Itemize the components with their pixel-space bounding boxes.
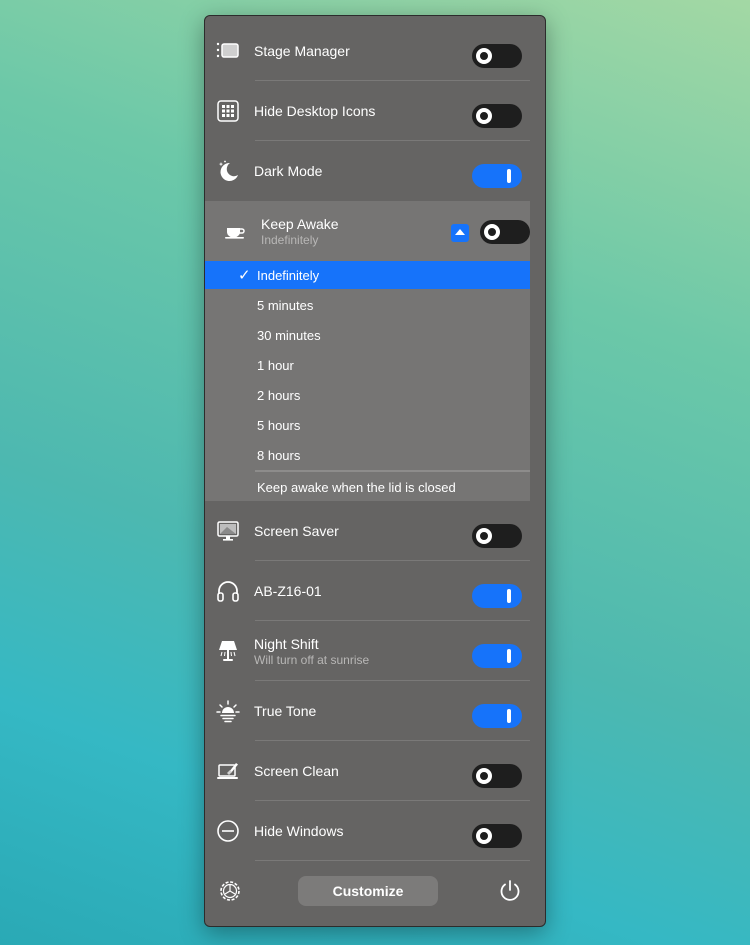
- dark-mode-toggle[interactable]: [472, 164, 522, 188]
- menu-item-lid-closed[interactable]: Keep awake when the lid is closed: [205, 473, 530, 501]
- screen-saver-toggle[interactable]: [472, 524, 522, 548]
- sun-icon: [216, 699, 240, 723]
- row-sublabel: Indefinitely: [261, 232, 319, 247]
- menu-item-label: 30 minutes: [257, 327, 321, 343]
- row-label: Night Shift: [254, 635, 319, 652]
- ab-z16-01-toggle[interactable]: [472, 584, 522, 608]
- row-screen-clean[interactable]: Screen Clean: [205, 741, 545, 801]
- menu-item-5-minutes[interactable]: 5 minutes: [205, 291, 530, 319]
- keep-awake-section: Keep Awake Indefinitely ✓ Indefinitely 5…: [205, 201, 530, 501]
- menu-item-2-hours[interactable]: 2 hours: [205, 381, 530, 409]
- lamp-icon: [216, 639, 240, 663]
- customize-button[interactable]: Customize: [298, 876, 438, 906]
- monitor-icon: [216, 519, 240, 543]
- row-night-shift[interactable]: Night Shift Will turn off at sunrise: [205, 621, 545, 681]
- menu-item-30-minutes[interactable]: 30 minutes: [205, 321, 530, 349]
- row-label: Hide Windows: [254, 823, 344, 839]
- row-hide-windows[interactable]: Hide Windows: [205, 801, 545, 861]
- moon-icon: [216, 159, 240, 183]
- hide-desktop-icons-toggle[interactable]: [472, 104, 522, 128]
- menu-item-label: 2 hours: [257, 387, 301, 403]
- hide-windows-toggle[interactable]: [472, 824, 522, 848]
- menu-item-label: 8 hours: [257, 447, 301, 463]
- menu-item-label: 5 hours: [257, 417, 301, 433]
- menu-item-5-hours[interactable]: 5 hours: [205, 411, 530, 439]
- screen-clean-toggle[interactable]: [472, 764, 522, 788]
- row-keep-awake[interactable]: Keep Awake Indefinitely: [205, 201, 530, 261]
- night-shift-toggle[interactable]: [472, 644, 522, 668]
- row-label: Screen Saver: [254, 523, 339, 539]
- row-label: True Tone: [254, 703, 317, 719]
- laptop-clean-icon: [216, 759, 240, 783]
- row-hide-desktop-icons[interactable]: Hide Desktop Icons: [205, 81, 545, 141]
- keep-awake-toggle[interactable]: [480, 220, 530, 244]
- menu-item-label: 5 minutes: [257, 297, 314, 313]
- gear-icon[interactable]: [218, 879, 242, 903]
- menu-item-1-hour[interactable]: 1 hour: [205, 351, 530, 379]
- minus-circle-icon: [216, 819, 240, 843]
- row-label: Stage Manager: [254, 43, 350, 59]
- row-label: Hide Desktop Icons: [254, 103, 376, 119]
- row-stage-manager[interactable]: Stage Manager: [205, 21, 545, 81]
- checkmark-icon: ✓: [238, 267, 251, 284]
- chevron-up-icon[interactable]: [451, 224, 469, 242]
- power-icon[interactable]: [498, 879, 522, 903]
- menu-item-indefinitely[interactable]: ✓ Indefinitely: [205, 261, 530, 289]
- control-panel: Stage Manager Hide Desktop Icons Dark Mo…: [204, 15, 546, 927]
- headphones-icon: [216, 579, 240, 603]
- menu-separator: [255, 470, 530, 472]
- row-dark-mode[interactable]: Dark Mode: [205, 141, 545, 201]
- menu-item-label: Keep awake when the lid is closed: [257, 479, 456, 495]
- footer: Customize: [205, 861, 545, 926]
- menu-item-label: 1 hour: [257, 357, 294, 373]
- stage-manager-icon: [216, 39, 240, 63]
- row-label: AB-Z16-01: [254, 583, 322, 599]
- row-ab-z16-01[interactable]: AB-Z16-01: [205, 561, 545, 621]
- row-screen-saver[interactable]: Screen Saver: [205, 501, 545, 561]
- true-tone-toggle[interactable]: [472, 704, 522, 728]
- row-sublabel: Will turn off at sunrise: [254, 652, 370, 667]
- desktop-grid-icon: [216, 99, 240, 123]
- menu-item-8-hours[interactable]: 8 hours: [205, 441, 530, 469]
- menu-item-label: Indefinitely: [257, 267, 320, 283]
- row-label: Dark Mode: [254, 163, 323, 179]
- row-label: Keep Awake: [261, 215, 339, 232]
- row-true-tone[interactable]: True Tone: [205, 681, 545, 741]
- row-label: Screen Clean: [254, 763, 339, 779]
- stage-manager-toggle[interactable]: [472, 44, 522, 68]
- coffee-cup-icon: [223, 219, 247, 243]
